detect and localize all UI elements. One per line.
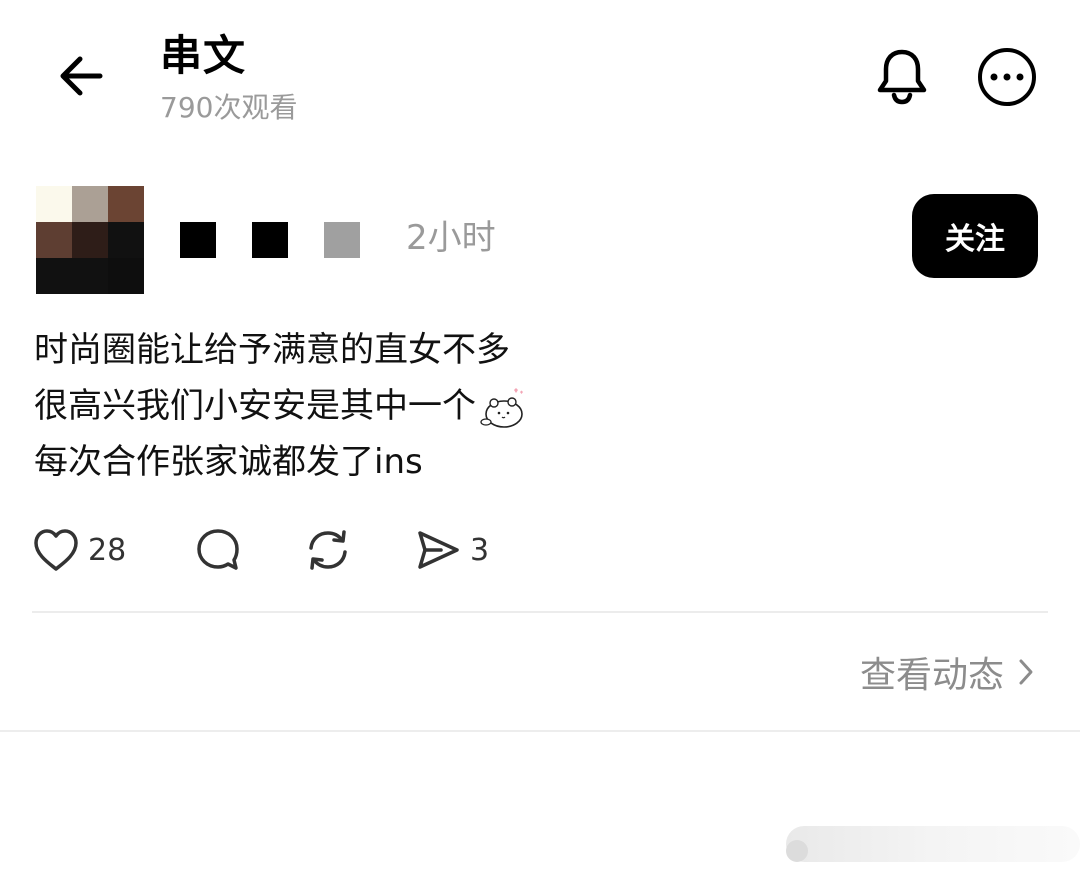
share-count: 3 (470, 532, 490, 568)
heart-icon (34, 529, 78, 571)
share-icon (418, 531, 459, 569)
post-text-line: 很高兴我们小安安是其中一个 (34, 386, 476, 426)
notification-button[interactable] (872, 44, 932, 108)
avatar-pixel (36, 258, 72, 294)
repost-button[interactable] (304, 520, 352, 580)
back-arrow-icon (60, 56, 103, 96)
post-text-line-with-sticker: 很高兴我们小安安是其中一个 (34, 378, 1044, 434)
avatar-pixel (72, 258, 108, 294)
author-row: 2小时 关注 (0, 184, 1080, 296)
avatar[interactable] (36, 186, 144, 294)
share-button[interactable]: 3 (414, 520, 489, 580)
avatar-pixel (72, 186, 108, 222)
more-options-icon (978, 48, 1036, 106)
chevron-right-icon (1019, 659, 1033, 685)
avatar-pixel (36, 222, 72, 258)
back-button[interactable] (50, 48, 110, 104)
divider (32, 611, 1048, 613)
avatar-pixel (36, 186, 72, 222)
section-divider (0, 730, 1080, 732)
avatar-pixel (108, 186, 144, 222)
bear-sticker-icon (480, 387, 523, 428)
top-bar: 串文 790次观看 (0, 0, 1080, 150)
avatar-pixel (72, 222, 108, 258)
comment-icon (197, 529, 239, 570)
username-redacted-block[interactable] (252, 222, 288, 258)
repost-icon (309, 530, 347, 570)
like-count: 28 (88, 532, 127, 568)
more-options-button[interactable] (976, 46, 1038, 108)
follow-button[interactable]: 关注 (912, 194, 1038, 278)
view-count: 790次观看 (160, 91, 298, 124)
watermark-dot (786, 840, 808, 862)
action-bar: 28 3 (0, 520, 1080, 580)
avatar-pixel (108, 258, 144, 294)
view-dynamic-link[interactable]: 查看动态 (860, 646, 1034, 698)
watermark-bar (786, 826, 1080, 862)
post-text-line: 每次合作张家诚都发了ins (34, 442, 423, 482)
username-redacted-block[interactable] (180, 222, 216, 258)
username-redacted-block[interactable] (324, 222, 360, 258)
avatar-pixel (108, 222, 144, 258)
comment-button[interactable] (194, 520, 242, 580)
page-title: 串文 (160, 31, 247, 80)
post-body: 时尚圈能让给予满意的直女不多 很高兴我们小安安是其中一个 每次合作张家诚都发了i… (34, 322, 1044, 490)
like-button[interactable]: 28 (32, 520, 126, 580)
post-time: 2小时 (406, 218, 496, 258)
bell-icon (877, 49, 927, 105)
view-dynamic-label: 查看动态 (859, 655, 1004, 696)
post-text-line: 时尚圈能让给予满意的直女不多 (34, 330, 510, 370)
